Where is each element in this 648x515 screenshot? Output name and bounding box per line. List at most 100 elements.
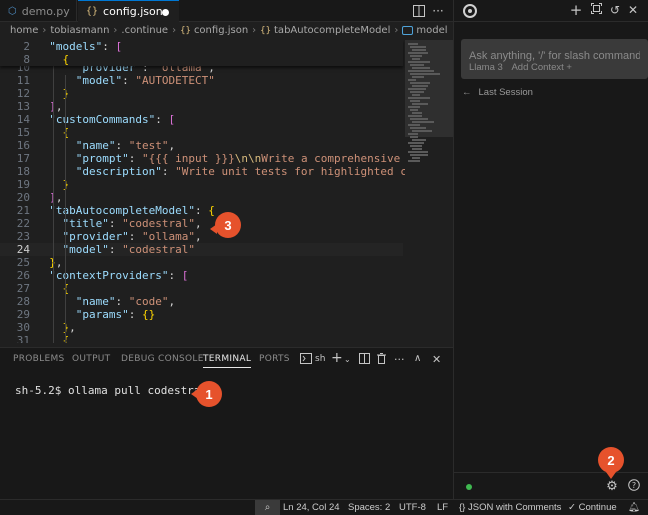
line-number: 15 (16, 126, 30, 139)
tab-demo-py[interactable]: ⬡ demo.py (0, 0, 77, 22)
chat-input-box[interactable]: Llama 3 Add Context + (461, 39, 648, 79)
minimap-line (412, 76, 424, 78)
code-editor[interactable]: 2 "models": [8 {10 "provider": "ollama",… (0, 40, 405, 343)
tab-terminal[interactable]: TERMINAL (203, 354, 252, 368)
code-line[interactable]: 18 "description": "Write unit tests for … (0, 165, 405, 178)
code-line[interactable]: 11 "model": "AUTODETECT" (0, 74, 403, 87)
close-panel-icon[interactable]: ✕ (432, 353, 441, 366)
code-line[interactable]: 25 }, (0, 256, 403, 269)
gear-icon[interactable]: ⚙ (605, 479, 619, 494)
new-session-icon[interactable]: + (569, 1, 583, 19)
code-line[interactable]: 20 ], (0, 191, 403, 204)
code-line[interactable]: 28 "name": "code", (0, 295, 403, 308)
chevron-down-icon[interactable]: ⌄ (344, 355, 351, 364)
plus-icon: + (566, 62, 572, 73)
tab-debug-console[interactable]: DEBUG CONSOLE (121, 354, 204, 368)
code-line[interactable]: 14 "customCommands": [ (0, 113, 403, 126)
code-line[interactable]: 8 { (0, 53, 403, 66)
minimap-line (410, 100, 420, 102)
more-actions-icon[interactable]: ··· (394, 353, 405, 366)
code-text: "prompt": "{{{ input }}}\n\nWrite a comp… (75, 152, 401, 165)
code-text: "model": "AUTODETECT" (75, 74, 215, 87)
code-line[interactable]: 30 }, (0, 321, 403, 334)
terminal-output[interactable]: sh-5.2$ ollama pull codestral (15, 383, 215, 397)
trash-icon[interactable] (376, 353, 387, 367)
tab-output[interactable]: OUTPUT (72, 354, 110, 368)
code-line[interactable]: 23 "provider": "ollama", (0, 230, 403, 243)
code-line[interactable]: 15 { (0, 126, 403, 139)
language-mode[interactable]: {} JSON with Comments (459, 502, 561, 513)
indexing-status-icon[interactable] (466, 484, 472, 490)
code-line[interactable]: 13 ], (0, 100, 403, 113)
tab-label: config.json (103, 5, 163, 18)
line-number: 24 (16, 243, 30, 256)
tab-ports[interactable]: PORTS (259, 354, 290, 368)
code-line[interactable]: 22 "title": "codestral", (0, 217, 403, 230)
last-session-link[interactable]: ← Last Session (462, 87, 533, 98)
code-text: "model": "codestral" (62, 243, 195, 256)
active-code-line[interactable]: 24 "model": "codestral" (0, 243, 403, 256)
sticky-scroll-header[interactable]: 2 "models": [8 { (0, 40, 403, 66)
code-line[interactable]: 27 { (0, 282, 403, 295)
breadcrumb-item[interactable]: .continue (121, 25, 168, 36)
minimap-line (408, 142, 424, 144)
breadcrumb-item[interactable]: tobiasmann (50, 25, 109, 36)
indent-guide (65, 75, 66, 343)
minimap-line (410, 46, 426, 48)
code-line[interactable]: 29 "params": {} (0, 308, 403, 321)
split-editor-icon[interactable] (411, 3, 427, 19)
history-icon[interactable]: ↺ (608, 3, 622, 17)
tab-config-json[interactable]: {} config.json (78, 0, 179, 22)
chat-input-toolbar: Llama 3 Add Context + (469, 62, 572, 73)
tab-problems[interactable]: PROBLEMS (13, 354, 65, 368)
chat-input[interactable] (469, 50, 640, 62)
split-terminal-icon[interactable] (359, 353, 370, 367)
code-line[interactable]: 31 { (0, 334, 403, 343)
minimap-line (412, 85, 428, 87)
close-sidebar-icon[interactable]: ✕ (626, 3, 640, 17)
code-line[interactable]: 17 "prompt": "{{{ input }}}\n\nWrite a c… (0, 152, 403, 165)
minimap-line (408, 115, 422, 117)
code-text: "customCommands": [ (49, 113, 176, 126)
indentation[interactable]: Spaces: 2 (348, 502, 390, 513)
indent-guide (53, 62, 54, 343)
line-number: 14 (16, 113, 30, 126)
breadcrumb-item[interactable]: model (416, 25, 447, 36)
code-line[interactable]: 2 "models": [ (0, 40, 403, 53)
python-file-icon: ⬡ (8, 5, 17, 17)
line-number: 16 (16, 139, 30, 152)
minimap-line (408, 160, 420, 162)
code-line[interactable]: 12 } (0, 87, 403, 100)
model-selector[interactable]: Llama 3 (469, 62, 503, 73)
zoom-icon[interactable]: ⌕ (255, 500, 280, 515)
continue-status[interactable]: ✓ Continue (568, 502, 617, 513)
maximize-panel-icon[interactable]: ∧ (414, 353, 421, 364)
code-text: "name": "test", (75, 139, 176, 152)
breadcrumb-item[interactable]: home (10, 25, 38, 36)
unsaved-dot-icon[interactable] (162, 9, 169, 16)
cursor-position[interactable]: Ln 24, Col 24 (283, 502, 340, 513)
minimap-line (412, 67, 430, 69)
breadcrumb-item[interactable]: config.json (194, 25, 248, 36)
code-line[interactable]: 26 "contextProviders": [ (0, 269, 403, 282)
notifications-icon[interactable]: 🔔︎ (628, 502, 640, 513)
tab-label: demo.py (21, 4, 70, 18)
encoding[interactable]: UTF-8 (399, 502, 426, 513)
shell-label[interactable]: sh (315, 354, 325, 364)
code-text: }, (49, 256, 63, 269)
breadcrumb-item[interactable]: tabAutocompleteModel (274, 25, 390, 36)
more-actions-icon[interactable]: ··· (430, 3, 446, 19)
help-icon[interactable]: ? (627, 479, 641, 494)
code-line[interactable]: 21 "tabAutocompleteModel": { (0, 204, 403, 217)
terminal-shell-icon[interactable] (300, 353, 312, 367)
new-terminal-icon[interactable]: + (331, 350, 343, 366)
code-line[interactable]: 16 "name": "test", (0, 139, 403, 152)
end-of-line[interactable]: LF (437, 502, 448, 513)
code-line[interactable]: 19 } (0, 178, 403, 191)
minimap-line (412, 139, 426, 141)
fullscreen-icon[interactable] (589, 3, 603, 17)
continue-logo-icon[interactable] (463, 4, 477, 18)
add-context-button[interactable]: Add Context + (511, 62, 572, 73)
minimap[interactable] (405, 40, 453, 343)
minimap-line (408, 124, 420, 126)
